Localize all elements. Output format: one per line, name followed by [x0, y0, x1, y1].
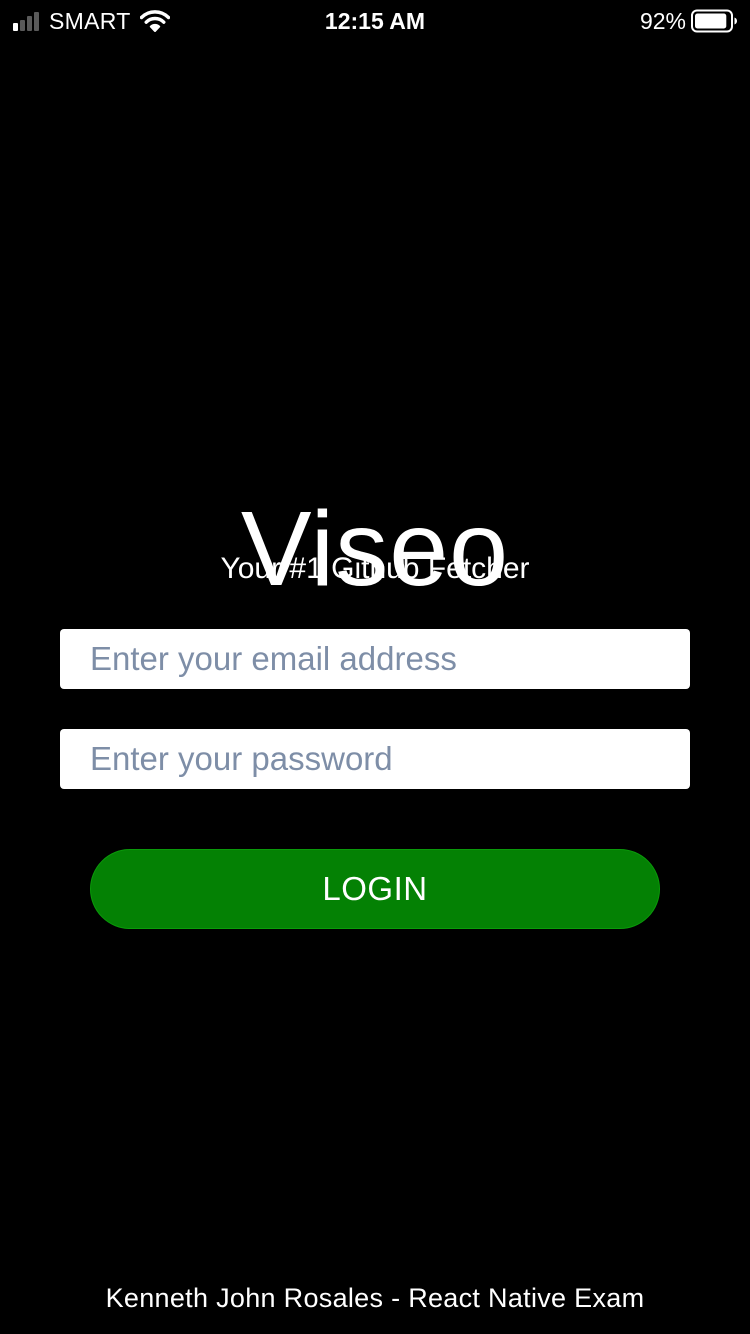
- battery-icon: [691, 9, 737, 33]
- battery-fill: [695, 13, 727, 29]
- status-bar: SMART 12:15 AM 92%: [0, 0, 750, 40]
- email-field[interactable]: [60, 629, 690, 689]
- password-field[interactable]: [60, 729, 690, 789]
- battery-percent: 92%: [639, 7, 686, 34]
- footer-credit: Kenneth John Rosales - React Native Exam: [105, 1283, 645, 1313]
- login-button[interactable]: LOGIN: [90, 849, 660, 929]
- status-right: 92%: [640, 8, 738, 34]
- app-subtitle: Your #1 Github Fetcher: [220, 552, 530, 585]
- status-time: 12:15 AM: [324, 8, 426, 34]
